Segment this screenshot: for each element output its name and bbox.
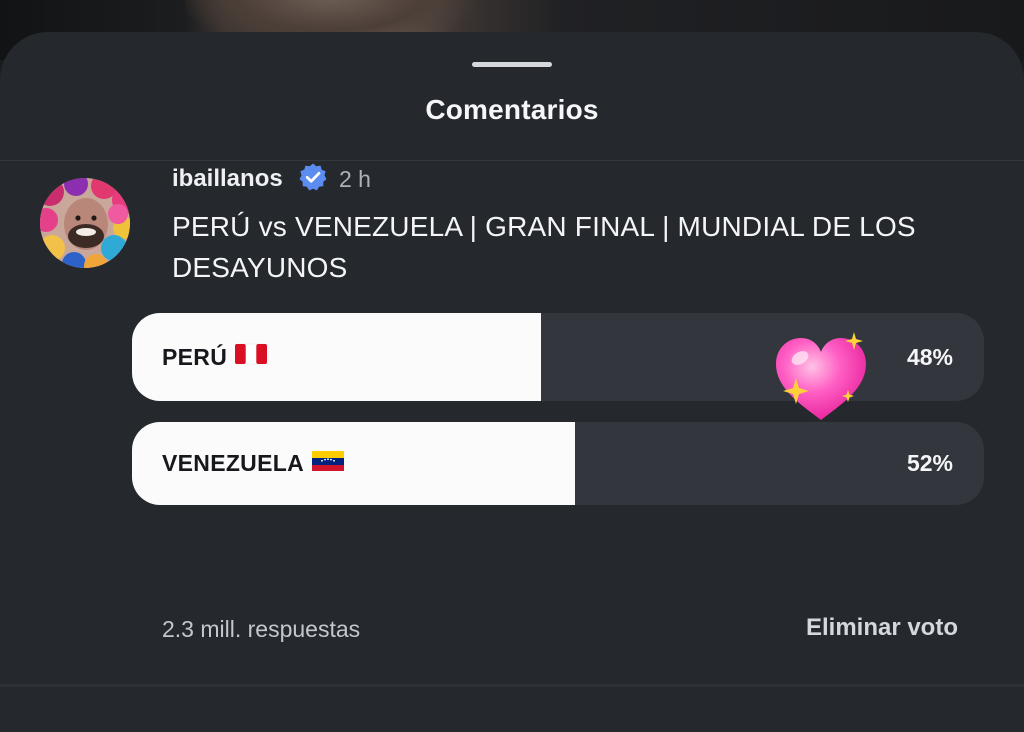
responses-count: 2.3 mill. respuestas xyxy=(162,616,361,642)
avatar[interactable] xyxy=(40,178,130,268)
avatar-image xyxy=(40,178,130,268)
poll-option-venezuela[interactable]: VENEZUELA 52% xyxy=(132,422,984,505)
drag-handle[interactable] xyxy=(472,62,552,67)
poll-option-text: VENEZUELA xyxy=(162,450,304,476)
verified-badge-icon xyxy=(298,162,328,192)
poll-question: PERÚ vs VENEZUELA | GRAN FINAL | MUNDIAL… xyxy=(172,211,916,283)
venezuela-flag-icon xyxy=(312,450,344,478)
comment-timestamp: 2 h xyxy=(339,166,371,192)
sheet-title: Comentarios xyxy=(425,94,599,125)
peru-flag-icon xyxy=(234,343,268,371)
sparkling-heart-icon xyxy=(770,328,872,430)
poll-option-label: PERÚ xyxy=(162,313,268,401)
header-divider xyxy=(0,160,1024,161)
poll-option-label: VENEZUELA xyxy=(162,422,344,505)
poll-option-text: PERÚ xyxy=(162,343,228,370)
comment-username[interactable]: ibaillanos xyxy=(172,165,283,193)
poll-option-percent: 48% xyxy=(906,343,953,370)
poll-option-percent: 52% xyxy=(906,450,953,476)
remove-vote-button[interactable]: Eliminar voto xyxy=(806,614,958,642)
